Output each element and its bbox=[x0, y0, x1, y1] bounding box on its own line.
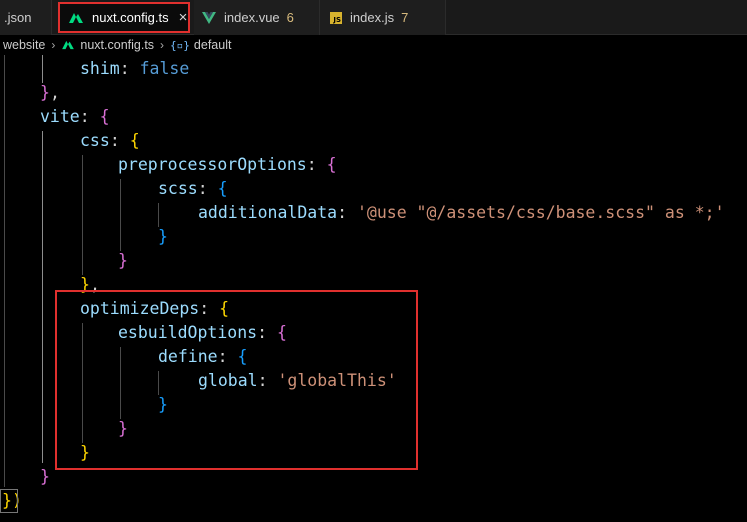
indent-guide bbox=[42, 55, 43, 83]
code-line: }, bbox=[40, 83, 60, 102]
tab-label: index.js bbox=[350, 10, 395, 25]
chevron-right-icon: › bbox=[51, 38, 56, 52]
breadcrumb-folder[interactable]: website bbox=[3, 38, 45, 52]
problem-count-badge: 7 bbox=[401, 10, 409, 25]
indent-guide bbox=[82, 155, 83, 275]
tab-label: index.vue bbox=[224, 10, 280, 25]
annotation-highlight-box bbox=[55, 290, 418, 470]
code-line: additionalData: '@use "@/assets/css/base… bbox=[198, 203, 725, 222]
code-line: vite: { bbox=[40, 107, 110, 126]
indent-guide bbox=[4, 55, 5, 487]
indent-guide bbox=[42, 131, 43, 463]
tab-index-vue[interactable]: index.vue 6 bbox=[194, 0, 320, 35]
chevron-right-icon: › bbox=[160, 38, 165, 52]
nuxt-icon bbox=[68, 12, 84, 24]
bracket-match-highlight bbox=[0, 489, 18, 513]
code-line: css: { bbox=[80, 131, 140, 150]
code-line: } bbox=[118, 251, 128, 270]
indent-guide bbox=[158, 203, 159, 227]
close-icon[interactable]: × bbox=[179, 9, 188, 26]
vue-icon bbox=[202, 11, 216, 24]
javascript-icon: JS bbox=[330, 11, 342, 24]
code-line: shim: false bbox=[80, 59, 190, 78]
symbol-object-icon: {▫} bbox=[170, 38, 190, 52]
problem-count-badge: 6 bbox=[286, 10, 294, 25]
breadcrumb-file[interactable]: nuxt.config.ts bbox=[80, 38, 154, 52]
code-line: } bbox=[158, 227, 168, 246]
editor-tab-bar: .json nuxt.config.ts × index.vue 6 JS in… bbox=[0, 0, 747, 35]
tab-label: nuxt.config.ts bbox=[92, 10, 169, 25]
code-line: preprocessorOptions: { bbox=[118, 155, 337, 174]
code-editor[interactable]: shim: false }, vite: { css: { preprocess… bbox=[0, 55, 747, 522]
tab-label: .json bbox=[4, 10, 32, 25]
tab-nuxt-config[interactable]: nuxt.config.ts × bbox=[58, 2, 190, 33]
tab-index-js[interactable]: JS index.js 7 bbox=[320, 0, 446, 35]
indent-guide bbox=[120, 179, 121, 251]
code-line: scss: { bbox=[158, 179, 228, 198]
breadcrumb: website › nuxt.config.ts › {▫} default bbox=[0, 35, 747, 55]
nuxt-icon bbox=[61, 40, 75, 50]
code-line: } bbox=[40, 467, 50, 486]
breadcrumb-symbol[interactable]: default bbox=[194, 38, 232, 52]
tab-json[interactable]: .json bbox=[0, 0, 52, 35]
